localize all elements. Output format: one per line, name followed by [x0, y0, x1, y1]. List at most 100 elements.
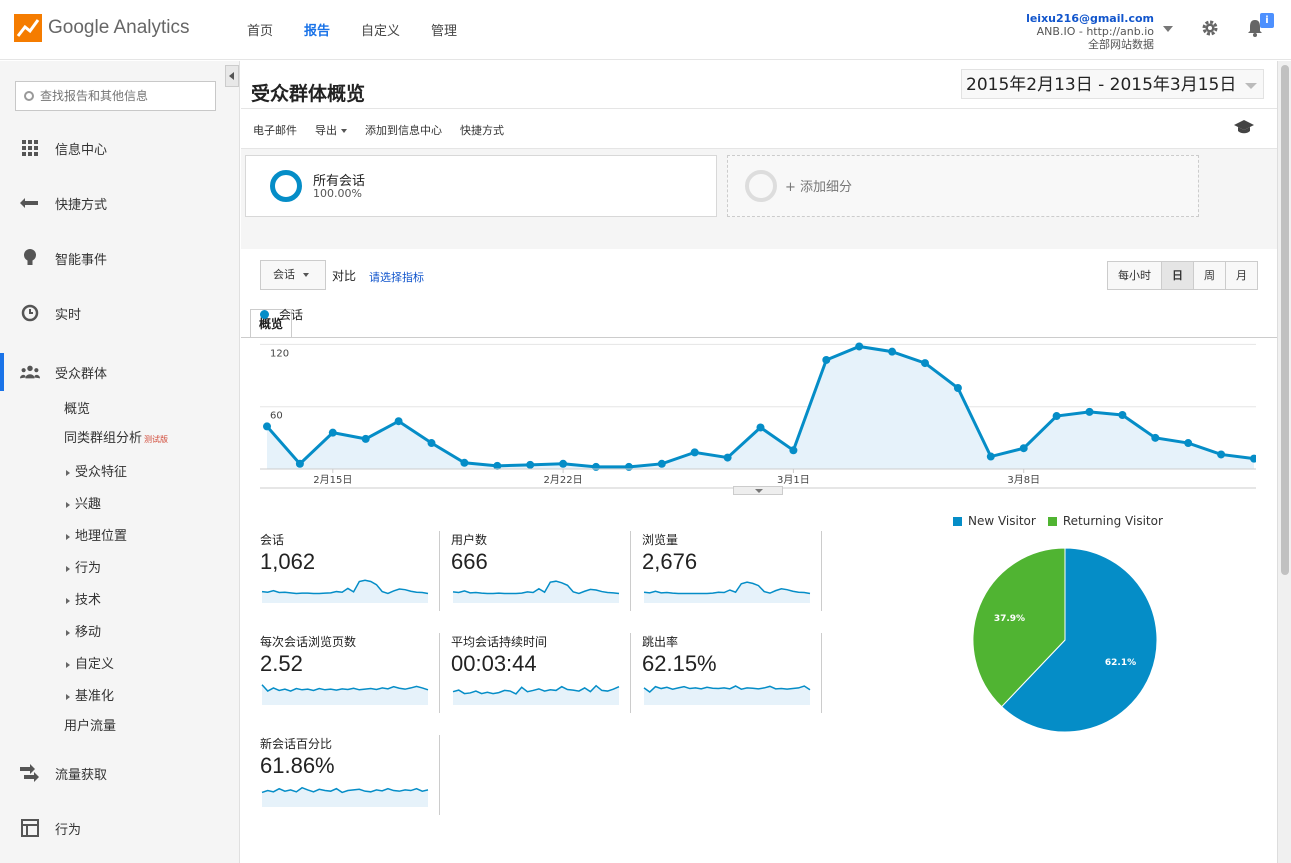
add-to-dashboard-button[interactable]: 添加到信息中心: [365, 122, 442, 138]
account-selector[interactable]: leixu216@gmail.com ANB.IO - http://anb.i…: [1026, 12, 1154, 51]
sidebar-item-intelligence[interactable]: 智能事件: [0, 243, 240, 273]
search-input[interactable]: [40, 89, 210, 103]
data-point[interactable]: [559, 459, 568, 468]
pie-legend-item[interactable]: New Visitor: [953, 514, 1036, 528]
report-main: 受众群体概览 2015年2月13日 - 2015年3月15日 电子邮件 导出 添…: [241, 61, 1277, 863]
data-point[interactable]: [624, 462, 633, 471]
segment-percentage: 100.00%: [313, 187, 362, 200]
data-point[interactable]: [263, 422, 271, 431]
sidebar-sub-interests[interactable]: 兴趣: [66, 493, 101, 512]
data-point[interactable]: [789, 446, 798, 455]
data-point[interactable]: [855, 342, 864, 351]
granularity-month-button[interactable]: 月: [1226, 262, 1257, 289]
stat-card[interactable]: 新会话百分比 61.86%: [260, 735, 440, 815]
shortcut-button[interactable]: 快捷方式: [460, 122, 504, 138]
data-point[interactable]: [328, 428, 337, 437]
data-point[interactable]: [756, 423, 765, 432]
sidebar: 信息中心 快捷方式 智能事件 实时 受众群体 概览 同类群组分析测试版 受众特征…: [0, 61, 240, 863]
lightbulb-icon: [20, 248, 40, 268]
select-metric-link[interactable]: 请选择指标: [369, 269, 424, 285]
data-point[interactable]: [888, 347, 897, 356]
data-point[interactable]: [526, 460, 535, 469]
data-point[interactable]: [295, 459, 304, 468]
data-point[interactable]: [1052, 412, 1061, 421]
stat-card[interactable]: 用户数 666: [451, 531, 631, 611]
pie-legend-item[interactable]: Returning Visitor: [1047, 514, 1163, 528]
chart-collapse-handle[interactable]: [733, 486, 783, 495]
sidebar-sub-technology[interactable]: 技术: [66, 589, 101, 608]
segment-all-sessions[interactable]: 所有会话 100.00%: [245, 155, 717, 217]
data-point[interactable]: [1184, 439, 1193, 448]
sidebar-item-dashboards[interactable]: 信息中心: [0, 133, 240, 163]
expand-arrow-icon: [66, 597, 70, 604]
x-tick-label: 3月1日: [777, 474, 810, 486]
data-point[interactable]: [1217, 450, 1226, 459]
topnav-admin[interactable]: 管理: [431, 20, 457, 39]
sidebar-sub-custom[interactable]: 自定义: [66, 653, 114, 672]
granularity-day-button[interactable]: 日: [1162, 262, 1194, 289]
data-point[interactable]: [1019, 444, 1028, 453]
collapse-sidebar-button[interactable]: [225, 65, 239, 87]
data-point[interactable]: [361, 434, 370, 443]
data-point[interactable]: [953, 384, 962, 392]
export-button[interactable]: 导出: [315, 122, 347, 138]
sidebar-sub-overview[interactable]: 概览: [64, 398, 90, 417]
granularity-hourly-button[interactable]: 每小时: [1108, 262, 1162, 289]
stat-card[interactable]: 浏览量 2,676: [642, 531, 822, 611]
sub-label: 地理位置: [75, 529, 128, 544]
data-point[interactable]: [394, 417, 403, 426]
data-point[interactable]: [690, 448, 699, 457]
date-range-picker[interactable]: 2015年2月13日 - 2015年3月15日: [961, 69, 1264, 99]
stat-card[interactable]: 跳出率 62.15%: [642, 633, 822, 713]
scrollbar[interactable]: [1277, 61, 1291, 863]
sidebar-sub-mobile[interactable]: 移动: [66, 621, 101, 640]
data-point[interactable]: [657, 459, 666, 468]
sidebar-item-audience[interactable]: 受众群体: [0, 353, 240, 391]
sessions-line-chart: 60 120 2月15日 2月22日 3月1日 3月8日: [260, 342, 1256, 489]
expand-arrow-icon: [66, 565, 70, 572]
report-toolbar: 电子邮件 导出 添加到信息中心 快捷方式: [253, 122, 522, 138]
granularity-week-button[interactable]: 周: [1194, 262, 1226, 289]
data-point[interactable]: [1085, 407, 1094, 416]
google-analytics-logo[interactable]: Google Analytics: [14, 14, 190, 42]
topnav-customization[interactable]: 自定义: [361, 20, 400, 39]
data-point[interactable]: [921, 359, 929, 368]
topnav-home[interactable]: 首页: [247, 20, 273, 39]
stat-card[interactable]: 会话 1,062: [260, 531, 440, 611]
sidebar-item-behavior[interactable]: 行为: [0, 813, 240, 843]
add-segment-button[interactable]: + 添加细分: [727, 155, 1199, 217]
scrollbar-thumb[interactable]: [1281, 65, 1289, 575]
data-point[interactable]: [592, 462, 600, 471]
data-point[interactable]: [822, 355, 831, 364]
chevron-down-icon[interactable]: [1163, 26, 1173, 32]
notification-badge[interactable]: i: [1260, 13, 1274, 28]
search-box[interactable]: [15, 81, 216, 111]
data-point[interactable]: [427, 439, 436, 448]
gear-icon[interactable]: [1201, 19, 1219, 37]
stat-card[interactable]: 每次会话浏览页数 2.52: [260, 633, 440, 713]
graduation-cap-icon[interactable]: [1233, 119, 1255, 135]
sidebar-sub-geo[interactable]: 地理位置: [66, 525, 127, 544]
sidebar-item-realtime[interactable]: 实时: [0, 298, 240, 328]
sidebar-sub-behavior[interactable]: 行为: [66, 557, 101, 576]
data-point[interactable]: [723, 453, 732, 462]
sub-label: 兴趣: [75, 497, 102, 512]
sidebar-item-acquisition[interactable]: 流量获取: [0, 758, 240, 788]
sidebar-sub-cohort[interactable]: 同类群组分析 测试版: [64, 427, 168, 446]
clock-icon: [20, 303, 40, 323]
data-point[interactable]: [1118, 411, 1127, 419]
pie-slice-label: 62.1%: [1105, 658, 1136, 668]
email-button[interactable]: 电子邮件: [253, 122, 297, 138]
data-point[interactable]: [460, 458, 469, 467]
sidebar-item-label: 受众群体: [55, 366, 108, 382]
sidebar-sub-benchmarking[interactable]: 基准化: [66, 685, 114, 704]
stat-label: 每次会话浏览页数: [260, 635, 357, 649]
sidebar-sub-users-flow[interactable]: 用户流量: [64, 715, 116, 734]
topnav-reports[interactable]: 报告: [304, 20, 330, 39]
stat-card[interactable]: 平均会话持续时间 00:03:44: [451, 633, 631, 713]
data-point[interactable]: [1151, 433, 1160, 442]
metric-selector[interactable]: 会话: [260, 260, 326, 290]
data-point[interactable]: [986, 452, 995, 461]
sidebar-item-shortcuts[interactable]: 快捷方式: [0, 188, 240, 218]
sidebar-sub-demographics[interactable]: 受众特征: [66, 461, 127, 480]
